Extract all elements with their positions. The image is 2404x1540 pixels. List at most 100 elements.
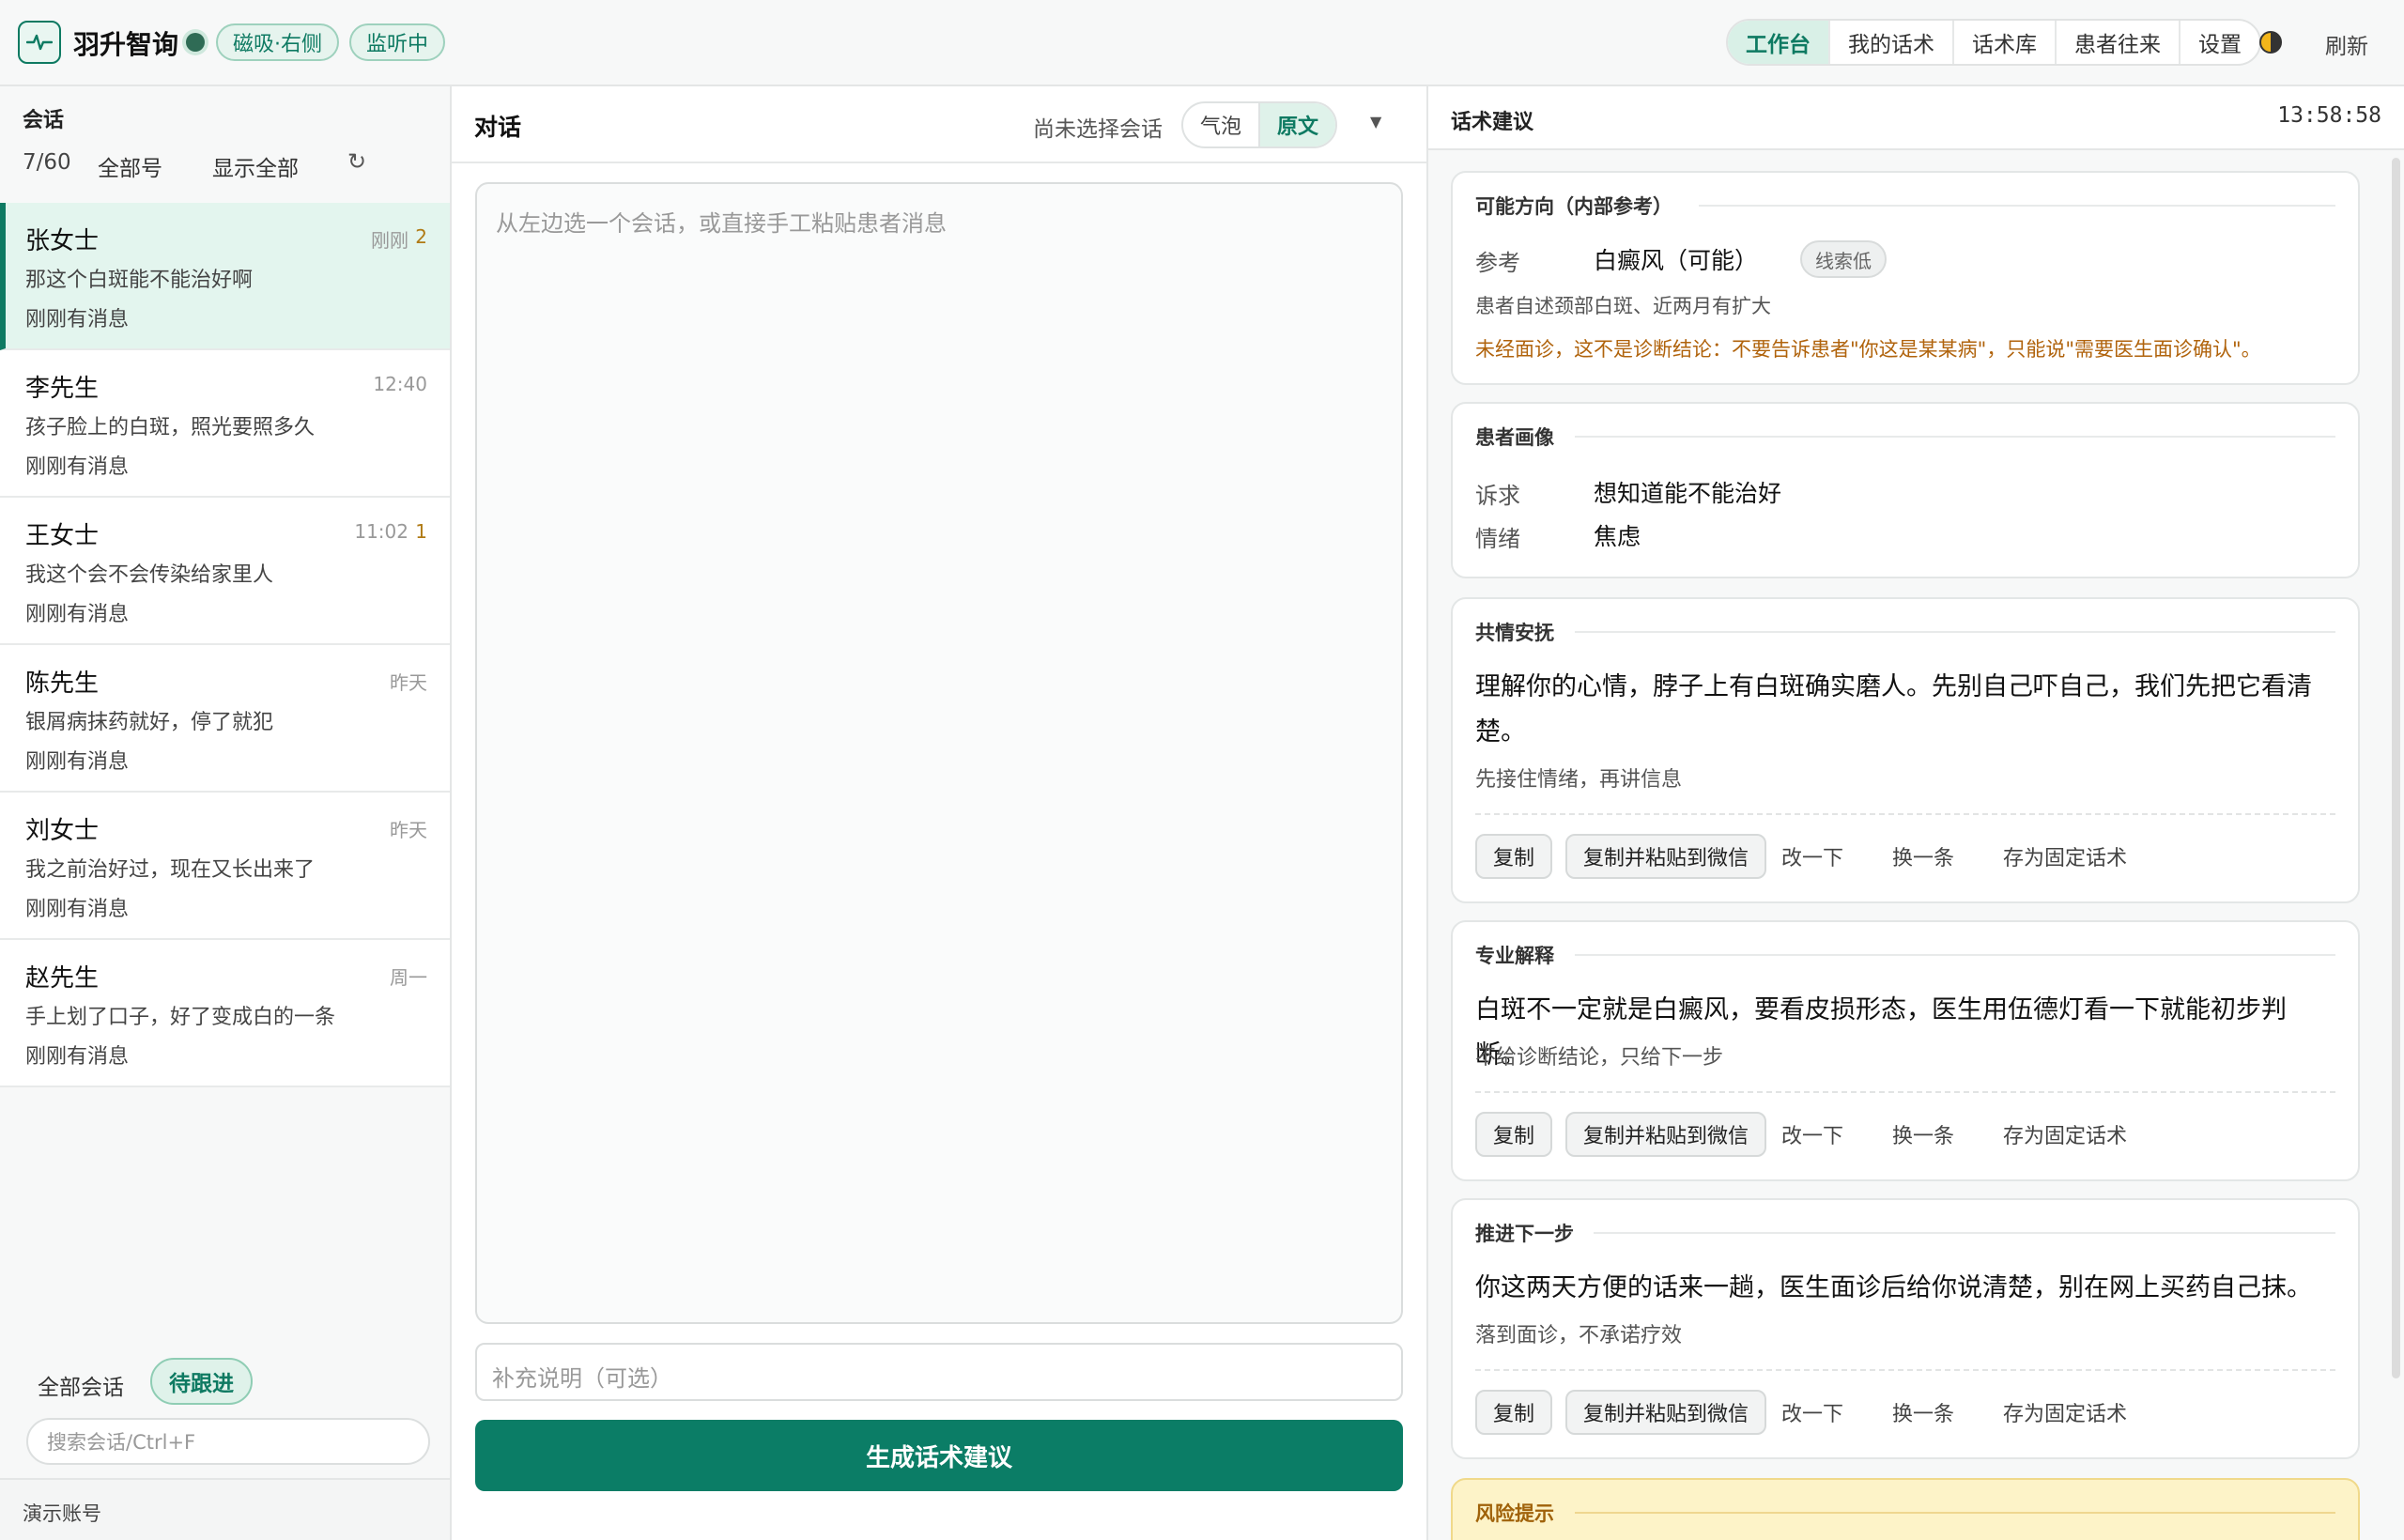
- copy-button[interactable]: 复制: [1475, 834, 1553, 879]
- tab-patient-history[interactable]: 患者往来: [2057, 21, 2181, 64]
- unread-count: 1: [415, 520, 427, 543]
- theme-toggle-icon[interactable]: [2258, 30, 2283, 54]
- tab-my-scripts[interactable]: 我的话术: [1830, 21, 1954, 64]
- reference-key: 参考: [1475, 250, 1520, 276]
- filter-all-conversations[interactable]: 全部会话: [38, 1369, 124, 1401]
- profile-key: 诉求: [1475, 483, 1520, 509]
- reference-value: 白癜风（可能）: [1594, 247, 1759, 274]
- note-input[interactable]: 补充说明（可选）: [475, 1343, 1403, 1401]
- conversation-preview: 我这个会不会传染给家里人: [25, 563, 274, 587]
- account-name: 演示账号: [23, 1502, 101, 1525]
- view-bubble-button[interactable]: 气泡: [1183, 103, 1258, 146]
- profile-value: 焦虑: [1594, 523, 1641, 550]
- conversation-preview: 手上划了口子，好了变成白的一条: [25, 1006, 336, 1029]
- suggestions-title: 话术建议: [1451, 111, 1534, 134]
- suggestion-note: 落到面诊，不承诺疗效: [1475, 1324, 1683, 1348]
- copy-button[interactable]: 复制: [1475, 1112, 1553, 1157]
- divider: [1475, 1369, 2335, 1371]
- conversation-time: 昨天: [390, 671, 427, 694]
- conversation-preview: 那这个白斑能不能治好啊: [25, 269, 254, 292]
- search-input[interactable]: 搜索会话/Ctrl+F: [26, 1418, 430, 1465]
- swap-button[interactable]: 换一条: [1892, 1112, 1954, 1157]
- conversation-time: 11:02: [354, 520, 408, 543]
- clock: 13:58:58: [2277, 103, 2381, 128]
- conversation-time: 周一: [390, 966, 427, 989]
- save-script-button[interactable]: 存为固定话术: [2003, 1112, 2127, 1157]
- risk-warning-card: 风险提示: [1451, 1478, 2360, 1540]
- card-label: 可能方向（内部参考）: [1475, 195, 1672, 218]
- conversation-item[interactable]: 赵先生 周一 手上划了口子，好了变成白的一条 刚刚有消息: [0, 940, 450, 1087]
- suggestion-text[interactable]: 理解你的心情，脖子上有白斑确实磨人。先别自己吓自己，我们先把它看清楚。: [1475, 665, 2335, 755]
- swap-button[interactable]: 换一条: [1892, 1390, 1954, 1435]
- account-bar[interactable]: 演示账号: [0, 1478, 450, 1540]
- conversation-item[interactable]: 张女士 刚刚 2 那这个白斑能不能治好啊 刚刚有消息: [0, 203, 450, 350]
- card-label: 共情安抚: [1475, 622, 1554, 644]
- scrollbar[interactable]: [2392, 158, 2400, 1378]
- conversation-name: 陈先生: [25, 670, 100, 698]
- show-all-toggle[interactable]: 显示全部: [212, 150, 299, 182]
- listening-pill[interactable]: 监听中: [349, 23, 446, 61]
- top-bar: 羽升智询 磁吸·右侧 监听中 工作台 我的话术 话术库 患者往来 设置 刷新: [0, 0, 2404, 86]
- filter-pending[interactable]: 待跟进: [150, 1358, 253, 1405]
- conversation-status: 刚刚有消息: [25, 455, 130, 479]
- pulse-logo-icon: [18, 21, 61, 64]
- divider: [1699, 205, 2335, 207]
- conversation-sidebar: 会话 7/60 全部号 显示全部 ↻ 张女士 刚刚 2 那这个白斑能不能治好啊 …: [0, 86, 452, 1540]
- reload-icon[interactable]: ↻: [347, 148, 366, 175]
- divider: [1575, 1512, 2335, 1514]
- conversation-item[interactable]: 陈先生 昨天 银屑病抹药就好，停了就犯 刚刚有消息: [0, 645, 450, 793]
- profile-key: 情绪: [1475, 526, 1520, 552]
- swap-button[interactable]: 换一条: [1892, 834, 1954, 879]
- conversation-preview: 我之前治好过，现在又长出来了: [25, 858, 316, 882]
- patient-message-input[interactable]: 从左边选一个会话，或直接手工粘贴患者消息: [475, 182, 1403, 1324]
- suggestion-text[interactable]: 你这两天方便的话来一趟，医生面诊后给你说清楚，别在网上买药自己抹。: [1475, 1266, 2335, 1311]
- tab-workbench[interactable]: 工作台: [1728, 21, 1830, 64]
- edit-button[interactable]: 改一下: [1781, 1112, 1843, 1157]
- suggestion-card: 专业解释 白斑不一定就是白癜风，要看皮损形态，医生用伍德灯看一下就能初步判断。 …: [1451, 920, 2360, 1181]
- conversation-name: 张女士: [25, 227, 100, 255]
- message-placeholder: 从左边选一个会话，或直接手工粘贴患者消息: [496, 210, 947, 237]
- suggestion-note: 先接住情绪，再讲信息: [1475, 768, 1683, 792]
- conversation-preview: 银屑病抹药就好，停了就犯: [25, 711, 274, 734]
- generate-suggestions-button[interactable]: 生成话术建议: [475, 1420, 1403, 1491]
- save-script-button[interactable]: 存为固定话术: [2003, 834, 2127, 879]
- dock-mode-pill[interactable]: 磁吸·右侧: [216, 23, 339, 61]
- copy-button[interactable]: 复制: [1475, 1390, 1553, 1435]
- view-mode-toggle: 气泡 原文: [1181, 101, 1338, 148]
- refresh-button[interactable]: 刷新: [2325, 28, 2368, 60]
- copy-paste-wechat-button[interactable]: 复制并粘贴到微信: [1565, 834, 1767, 879]
- divider: [1575, 436, 2335, 438]
- copy-paste-wechat-button[interactable]: 复制并粘贴到微信: [1565, 1390, 1767, 1435]
- card-label: 患者画像: [1475, 426, 1554, 449]
- chat-panel: 对话 尚未选择会话 气泡 原文 ▼ 从左边选一个会话，或直接手工粘贴患者消息 补…: [452, 86, 1428, 1540]
- chevron-down-icon[interactable]: ▼: [1370, 113, 1381, 131]
- card-label: 风险提示: [1475, 1502, 1554, 1525]
- conversation-status: 刚刚有消息: [25, 750, 130, 774]
- conversation-time: 刚刚: [371, 229, 408, 252]
- conversation-item[interactable]: 王女士 11:02 1 我这个会不会传染给家里人 刚刚有消息: [0, 498, 450, 645]
- direction-description: 患者自述颈部白斑、近两月有扩大: [1475, 295, 1771, 317]
- card-label: 推进下一步: [1475, 1223, 1574, 1245]
- suggestions-panel: 话术建议 13:58:58 可能方向（内部参考） 参考 白癜风（可能） 线索低 …: [1428, 86, 2404, 1540]
- note-placeholder: 补充说明（可选）: [492, 1365, 672, 1392]
- conversation-status: 刚刚有消息: [25, 898, 130, 921]
- diagnosis-direction-card: 可能方向（内部参考） 参考 白癜风（可能） 线索低 患者自述颈部白斑、近两月有扩…: [1451, 171, 2360, 385]
- conversation-name: 李先生: [25, 375, 100, 403]
- conversation-item[interactable]: 刘女士 昨天 我之前治好过，现在又长出来了 刚刚有消息: [0, 793, 450, 940]
- edit-button[interactable]: 改一下: [1781, 1390, 1843, 1435]
- copy-paste-wechat-button[interactable]: 复制并粘贴到微信: [1565, 1112, 1767, 1157]
- edit-button[interactable]: 改一下: [1781, 834, 1843, 879]
- tab-settings[interactable]: 设置: [2181, 21, 2259, 64]
- conversation-time: 昨天: [390, 819, 427, 841]
- conversation-name: 刘女士: [25, 817, 100, 845]
- selection-status: 尚未选择会话: [1033, 117, 1163, 142]
- divider: [1575, 631, 2335, 633]
- suggestions-header: 话术建议 13:58:58: [1428, 86, 2404, 150]
- tab-script-library[interactable]: 话术库: [1954, 21, 2057, 64]
- conversation-time: 12:40: [373, 373, 427, 395]
- conversation-item[interactable]: 李先生 12:40 孩子脸上的白斑，照光要照多久 刚刚有消息: [0, 350, 450, 498]
- account-filter[interactable]: 全部号: [98, 150, 162, 182]
- view-raw-button[interactable]: 原文: [1258, 103, 1336, 146]
- save-script-button[interactable]: 存为固定话术: [2003, 1390, 2127, 1435]
- conversation-status: 刚刚有消息: [25, 308, 130, 331]
